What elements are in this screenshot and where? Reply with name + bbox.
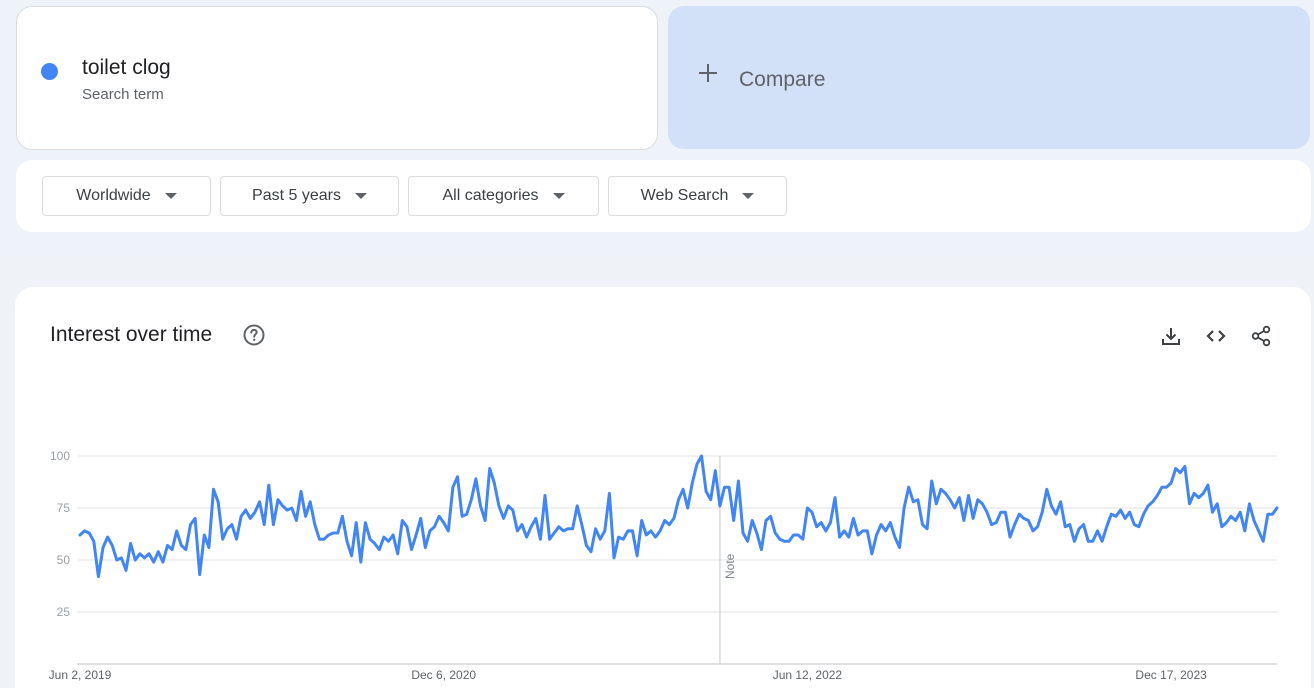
search-term-card[interactable]: toilet clog Search term bbox=[16, 6, 658, 150]
region-dropdown[interactable]: Worldwide bbox=[42, 176, 211, 216]
y-tick-label: 75 bbox=[57, 501, 71, 515]
interest-over-time-chart[interactable]: 25 50 75 100 Note Jun 2, 2019 Dec 6, 2020 Jun… bbox=[15, 287, 1311, 688]
category-dropdown-label: All categories bbox=[442, 187, 539, 204]
search-property-dropdown[interactable]: Web Search bbox=[608, 176, 787, 216]
compare-label: Compare bbox=[739, 68, 826, 91]
dropdown-arrow-icon bbox=[552, 193, 565, 199]
search-term-name[interactable]: toilet clog bbox=[82, 56, 171, 80]
category-dropdown[interactable]: All categories bbox=[408, 176, 599, 216]
plus-icon bbox=[698, 63, 718, 83]
region-dropdown-label: Worldwide bbox=[76, 187, 151, 204]
y-tick-label: 25 bbox=[57, 605, 71, 619]
compare-button[interactable]: Compare bbox=[668, 6, 1310, 149]
series-color-dot bbox=[41, 63, 58, 80]
dropdown-arrow-icon bbox=[164, 193, 177, 199]
y-tick-label: 100 bbox=[50, 449, 70, 463]
x-tick-label: Dec 6, 2020 bbox=[411, 668, 476, 682]
search-property-dropdown-label: Web Search bbox=[640, 187, 729, 204]
series-line-toilet-clog[interactable] bbox=[78, 454, 1279, 579]
interest-over-time-card: Interest over time 25 50 75 100 Note Jun… bbox=[15, 287, 1311, 688]
x-tick-label: Jun 2, 2019 bbox=[49, 668, 112, 682]
x-tick-label: Dec 17, 2023 bbox=[1135, 668, 1207, 682]
y-tick-label: 50 bbox=[57, 553, 71, 567]
search-term-subtitle: Search term bbox=[82, 86, 164, 103]
filter-bar: Worldwide Past 5 years All categories We… bbox=[16, 160, 1311, 232]
dropdown-arrow-icon bbox=[742, 193, 755, 199]
time-period-dropdown-label: Past 5 years bbox=[252, 187, 341, 204]
x-tick-label: Jun 12, 2022 bbox=[773, 668, 843, 682]
note-marker-label[interactable]: Note bbox=[723, 553, 737, 579]
dropdown-arrow-icon bbox=[354, 193, 367, 199]
time-period-dropdown[interactable]: Past 5 years bbox=[220, 176, 399, 216]
